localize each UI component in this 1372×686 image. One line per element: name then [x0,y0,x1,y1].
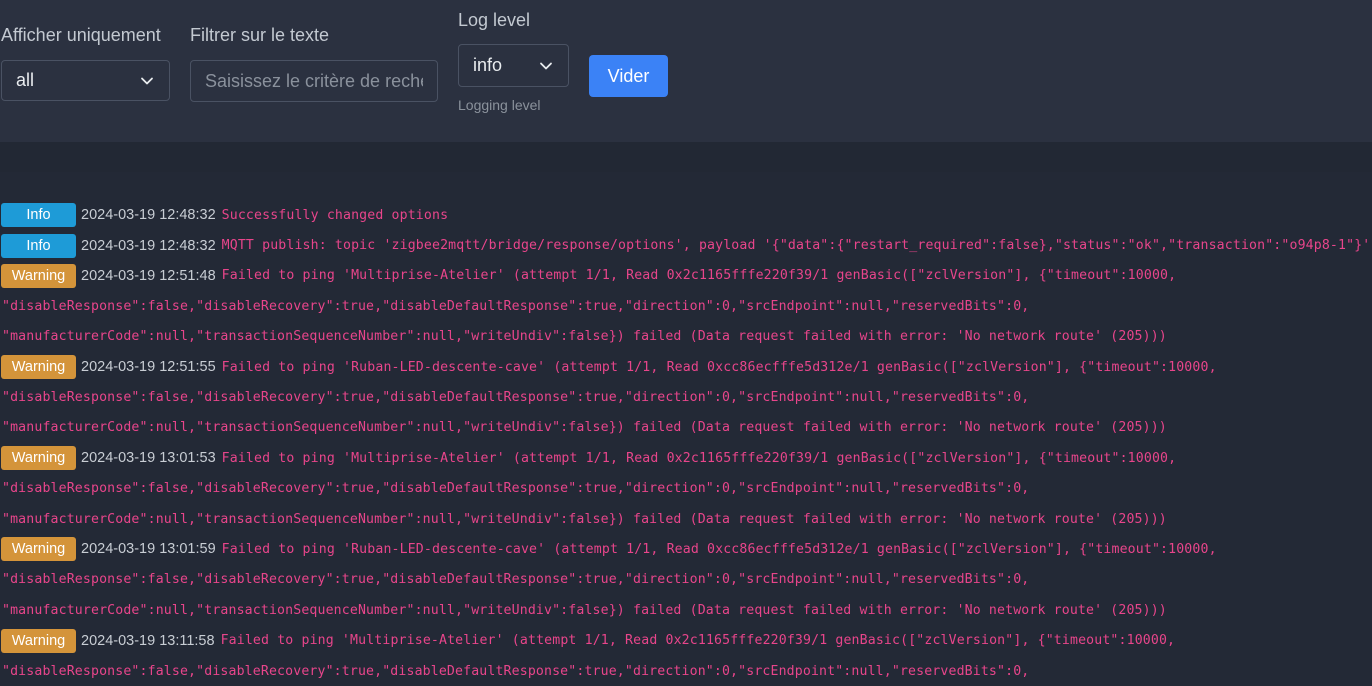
log-timestamp: 2024-03-19 13:11:58 [81,632,215,649]
log-message: Successfully changed options [221,207,449,223]
log-entry-continuation: "manufacturerCode":null,"transactionSequ… [0,595,1372,625]
log-message: "manufacturerCode":null,"transactionSequ… [2,420,1167,436]
log-message: Failed to ping 'Ruban-LED-descente-cave'… [221,359,1217,375]
log-entry-continuation: "manufacturerCode":null,"transactionSequ… [0,413,1372,443]
log-level-help: Logging level [458,97,541,113]
log-entry: Warning 2024-03-19 12:51:55 Failed to ping… [0,352,1372,382]
chevron-down-icon [141,77,153,84]
log-level-badge: Warning [1,628,76,653]
log-level-badge: Warning [1,263,76,288]
log-entry: Info 2024-03-19 12:48:32 MQTT publish: top… [0,230,1372,260]
log-entry-continuation: "disableResponse":false,"disableRecovery… [0,474,1372,504]
log-message: "disableResponse":false,"disableRecovery… [2,298,1030,314]
chevron-down-icon [540,62,552,69]
log-message: "disableResponse":false,"disableRecovery… [2,663,1030,679]
log-entry-continuation: "disableResponse":false,"disableRecovery… [0,565,1372,595]
divider [0,142,1372,172]
show-only-value: all [16,70,35,90]
log-timestamp: 2024-03-19 12:51:48 [81,267,216,284]
filter-toolbar: Afficher uniquement all Filtrer sur le t… [0,0,1372,142]
log-message: "manufacturerCode":null,"transactionSequ… [2,602,1167,618]
log-timestamp: 2024-03-19 12:48:32 [81,207,216,224]
log-level-label: Log level [458,10,531,30]
log-entry: Warning 2024-03-19 12:51:48 Failed to ping… [0,261,1372,291]
log-entry-continuation: "disableResponse":false,"disableRecovery… [0,291,1372,321]
log-message: "disableResponse":false,"disableRecovery… [2,390,1030,406]
log-level-badge: Warning [1,355,76,380]
log-entry-continuation: "disableResponse":false,"disableRecovery… [0,382,1372,412]
text-filter-input[interactable] [190,60,438,102]
log-timestamp: 2024-03-19 13:01:53 [81,450,216,467]
text-filter-label: Filtrer sur le texte [190,25,330,45]
log-entry: Warning 2024-03-19 13:01:53 Failed to ping… [0,443,1372,473]
show-only-label: Afficher uniquement [1,25,161,45]
log-message: "manufacturerCode":null,"transactionSequ… [2,511,1167,527]
log-message: "disableResponse":false,"disableRecovery… [2,481,1030,497]
log-entry: Info 2024-03-19 12:48:32 Successfully chan… [0,200,1372,230]
log-entry-continuation: "manufacturerCode":null,"transactionSequ… [0,322,1372,352]
log-entry: Warning 2024-03-19 13:01:59 Failed to ping… [0,534,1372,564]
log-level-badge: Warning [1,537,76,562]
log-level-badge: Info [1,233,76,258]
log-level-badge: Info [1,203,76,228]
log-message: Failed to ping 'Multiprise-Atelier' (att… [221,450,1177,466]
clear-logs-button[interactable]: Vider [589,55,668,97]
log-level-value: info [473,55,503,75]
log-entry-continuation: "disableResponse":false,"disableRecovery… [0,656,1372,686]
show-only-select[interactable]: all [1,60,170,101]
log-message: Failed to ping 'Multiprise-Atelier' (att… [220,633,1176,649]
log-level-select[interactable]: info [458,44,569,87]
log-timestamp: 2024-03-19 12:48:32 [81,237,216,254]
log-message: "manufacturerCode":null,"transactionSequ… [2,329,1167,345]
log-entry: Warning 2024-03-19 13:11:58 Failed to ping… [0,625,1372,655]
log-list: Info 2024-03-19 12:48:32 Successfully chan… [0,200,1372,686]
log-message: "disableResponse":false,"disableRecovery… [2,572,1030,588]
log-level-badge: Warning [1,446,76,471]
log-message: Failed to ping 'Ruban-LED-descente-cave'… [221,541,1217,557]
log-message: Failed to ping 'Multiprise-Atelier' (att… [221,268,1177,284]
log-timestamp: 2024-03-19 12:51:55 [81,359,216,376]
log-entry-continuation: "manufacturerCode":null,"transactionSequ… [0,504,1372,534]
log-message: MQTT publish: topic 'zigbee2mqtt/bridge/… [221,238,1371,254]
log-timestamp: 2024-03-19 13:01:59 [81,541,216,558]
